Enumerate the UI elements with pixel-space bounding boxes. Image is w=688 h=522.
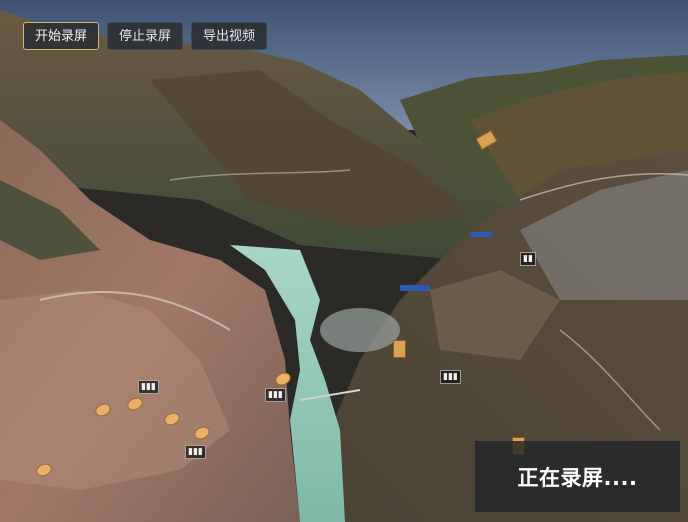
recording-status-text: 正在录屏.... (517, 465, 638, 490)
start-recording-button[interactable]: 开始录屏 (23, 22, 100, 50)
map-label[interactable]: ▮▮▮ (138, 380, 159, 394)
record-toolbar: 开始录屏 停止录屏 导出视频 (23, 22, 268, 50)
map-label[interactable]: ▮▮ (520, 252, 536, 266)
map-label[interactable]: ▮▮▮ (440, 370, 461, 384)
marker-tag-icon[interactable] (393, 340, 406, 358)
map-label[interactable]: ▮▮▮ (185, 445, 206, 459)
export-video-button[interactable]: 导出视频 (191, 22, 268, 50)
stop-recording-button[interactable]: 停止录屏 (107, 22, 184, 50)
map-label[interactable]: ▮▮▮ (265, 388, 286, 402)
recording-status-panel: 正在录屏.... (475, 441, 680, 512)
